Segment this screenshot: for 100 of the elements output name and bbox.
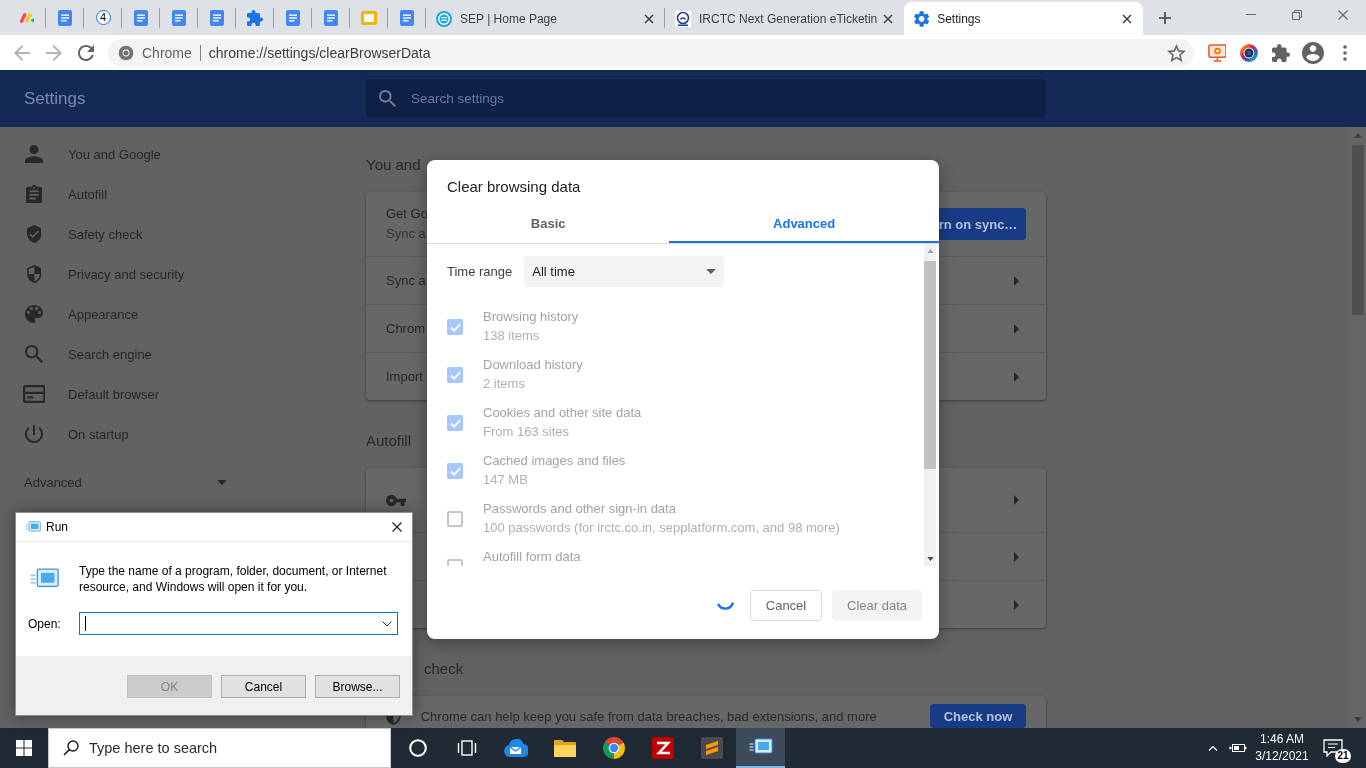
color-ring-icon[interactable]: [1240, 43, 1258, 62]
circled-number: 4: [95, 10, 111, 25]
instruction-text: Type the name of a program, folder, document, or Internet resource, and Windows will open it for you.: [79, 563, 388, 595]
browser-tab[interactable]: Settings: [904, 2, 1143, 35]
chevron-down-icon[interactable]: [382, 620, 392, 627]
address-bar[interactable]: Chrome chrome://settings/clearBrowserData: [108, 38, 1194, 67]
row-label[interactable]: Sync a: [386, 273, 426, 288]
dialog-title: Clear browsing data: [447, 178, 581, 196]
document-icon: [172, 9, 186, 26]
shield-icon: [26, 265, 42, 283]
task-view-icon: [456, 739, 477, 757]
sidebar-item[interactable]: Privacy and security: [0, 254, 256, 294]
close-icon[interactable]: [644, 13, 654, 24]
search-icon: [63, 740, 79, 756]
window-title: Run: [46, 520, 68, 534]
time-range-label: Time range: [447, 264, 513, 279]
open-combobox[interactable]: [79, 612, 398, 635]
option-detail: 100 passwords (for irctc.co.in, sepplatform.com, and 98 more): [483, 519, 840, 537]
sidebar-item[interactable]: Default browser: [0, 374, 256, 414]
option-detail: 138 items: [483, 327, 540, 345]
sidebar-item[interactable]: Safety check: [0, 214, 256, 254]
plus-icon[interactable]: [1159, 11, 1171, 24]
restore-icon[interactable]: [1292, 10, 1302, 20]
palette-icon: [25, 305, 43, 323]
row-text: Chrome can help keep you safe from data breaches, bad extensions, and more: [420, 708, 877, 724]
advanced-toggle[interactable]: Advanced: [0, 462, 256, 502]
start-icon[interactable]: [16, 740, 32, 756]
option-detail: 147 MB: [483, 471, 528, 489]
search-field[interactable]: Search settings: [366, 79, 1046, 118]
battery-icon[interactable]: [1229, 742, 1247, 754]
shield-check-icon: [26, 225, 42, 243]
scrollbar-thumb[interactable]: [924, 261, 936, 469]
document-icon: [400, 9, 414, 26]
close-icon[interactable]: [1122, 13, 1132, 24]
browser-logo-icon: [118, 44, 134, 61]
close-icon[interactable]: [883, 13, 893, 24]
pinned-tab[interactable]: 4: [84, 0, 122, 35]
window-icon: [25, 521, 41, 533]
option-detail: From 163 sites: [483, 423, 569, 441]
option-label: Browsing history: [483, 308, 579, 326]
document-icon: [286, 9, 300, 26]
check-button[interactable]: Check now: [930, 704, 1026, 728]
right-arrow-icon[interactable]: [1014, 495, 1019, 505]
emblem-logo-icon: [675, 10, 691, 27]
clock[interactable]: 1:46 AM 3/12/2021: [1249, 731, 1315, 765]
dialog-button[interactable]: Cancel: [221, 675, 306, 698]
right-arrow-icon[interactable]: [1014, 371, 1019, 382]
dialog-tab[interactable]: Basic: [427, 204, 670, 243]
right-arrow-icon[interactable]: [1014, 275, 1019, 286]
right-arrow-icon[interactable]: [1014, 599, 1019, 610]
gear-icon: [914, 10, 930, 27]
envelope-icon: [503, 737, 528, 759]
dialog-tab[interactable]: Advanced: [669, 204, 939, 243]
chevron-up-icon[interactable]: [1208, 745, 1218, 751]
key-icon: [386, 494, 407, 506]
sidebar-item[interactable]: Search engine: [0, 334, 256, 374]
close-icon[interactable]: [392, 522, 402, 532]
cancel-button[interactable]: Cancel: [750, 590, 822, 621]
sidebar-item[interactable]: On startup: [0, 414, 256, 454]
row-label[interactable]: Chrom: [386, 321, 425, 336]
search-icon: [25, 345, 43, 363]
time-range-select[interactable]: All time: [524, 256, 725, 287]
window-icon: [30, 568, 60, 590]
right-arrow-icon[interactable]: [1014, 551, 1019, 562]
dialog-button[interactable]: Browse...: [315, 675, 400, 698]
browser-tab[interactable]: IRCTC Next Generation eTicketin: [665, 2, 904, 35]
puzzle-icon[interactable]: [1272, 43, 1290, 62]
circle-logo-icon: [436, 10, 452, 27]
row-title: Get Go: [386, 205, 428, 223]
option-label: Autofill form data: [483, 548, 581, 566]
reload-icon[interactable]: [78, 44, 94, 61]
dots-logo-icon: [19, 12, 35, 23]
monitor-icon[interactable]: [1207, 43, 1227, 62]
star-icon[interactable]: [1167, 43, 1186, 62]
browser-tab[interactable]: SEP | Home Page: [426, 2, 665, 35]
sidebar-item[interactable]: Autofill: [0, 174, 256, 214]
presentation-icon: [361, 10, 377, 25]
document-icon: [210, 9, 224, 26]
scroll-up-icon[interactable]: [926, 249, 934, 253]
taskbar-search-field[interactable]: Type here to search: [48, 728, 391, 768]
power-icon: [25, 425, 43, 443]
document-icon: [324, 9, 338, 26]
sidebar-item[interactable]: Appearance: [0, 294, 256, 334]
puzzle-icon: [247, 9, 263, 26]
taskbar-button[interactable]: [736, 728, 785, 768]
document-icon: [134, 9, 148, 26]
document-icon: [58, 9, 72, 26]
browser-icon: [22, 385, 46, 403]
right-arrow-icon[interactable]: [1014, 323, 1019, 334]
menu-dots-icon[interactable]: [1343, 44, 1347, 61]
clipboard-icon: [25, 185, 43, 203]
scroll-up-icon[interactable]: [1353, 133, 1362, 138]
sidebar-item[interactable]: You and Google: [0, 134, 256, 174]
stripes-tile-icon: [700, 737, 723, 759]
scroll-down-icon[interactable]: [926, 557, 934, 561]
row-label[interactable]: Import: [386, 369, 423, 384]
circle-icon: [408, 739, 427, 757]
section-heading: You and: [366, 155, 421, 175]
zigzag-tile-icon: [651, 737, 674, 759]
dialog-scrollbar[interactable]: [924, 244, 936, 566]
